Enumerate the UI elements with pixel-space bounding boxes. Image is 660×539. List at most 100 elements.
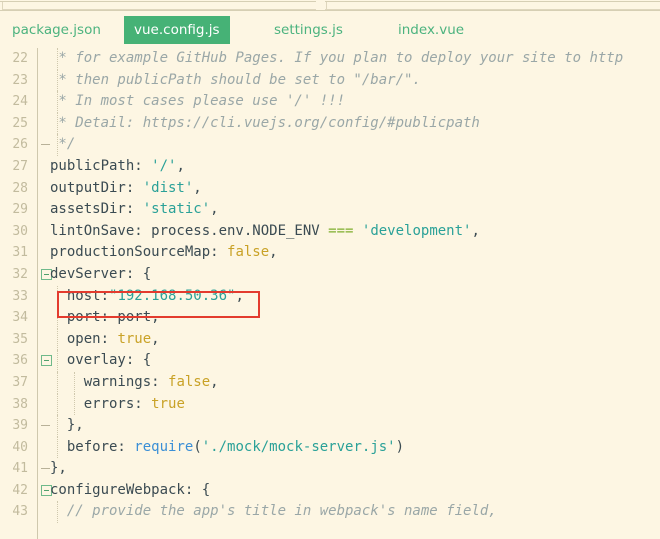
tab-label: settings.js: [274, 22, 343, 38]
code-surface[interactable]: 22 * for example GitHub Pages. If you pl…: [0, 48, 660, 539]
code-text: devServer: {: [50, 264, 151, 286]
code-editor-window: package.json vue.config.js settings.js i…: [0, 0, 660, 539]
code-token: configureWebpack: {: [50, 481, 211, 498]
code-line[interactable]: 37 warnings: false,: [0, 371, 660, 394]
code-token: 'development': [361, 222, 472, 239]
line-number: 27: [12, 158, 28, 174]
code-token: * then publicPath should be set to "/bar…: [50, 71, 421, 88]
code-token: ,: [471, 222, 480, 239]
line-number: 23: [12, 72, 28, 88]
code-token: ,: [176, 157, 185, 174]
code-line[interactable]: 29 assetsDir: 'static',: [0, 199, 660, 221]
tab-package-json[interactable]: package.json: [2, 16, 111, 44]
line-number: 33: [12, 288, 28, 304]
code-token: productionSourceMap:: [50, 244, 228, 261]
line-number: 31: [12, 245, 28, 261]
code-line[interactable]: 32 devServer: {: [0, 264, 660, 286]
code-line[interactable]: 35 open: true,: [0, 328, 660, 351]
code-token: ,: [210, 373, 219, 390]
code-text: * Detail: https://cli.vuejs.org/config/#…: [50, 113, 480, 135]
toolbar-segment-right: [326, 2, 660, 10]
code-text: overlay: {: [50, 350, 151, 372]
line-number: 43: [12, 504, 28, 520]
code-text: },: [50, 458, 67, 480]
code-lines[interactable]: 22 * for example GitHub Pages. If you pl…: [0, 48, 660, 524]
code-token: * In most cases please use '/' !!!: [50, 93, 346, 110]
line-number: 28: [12, 180, 28, 196]
code-line[interactable]: 23 * then publicPath should be set to "/…: [0, 69, 660, 92]
line-number: 41: [12, 461, 28, 477]
code-token: "192.168.50.36": [109, 287, 236, 304]
code-text: productionSourceMap: false,: [50, 242, 278, 264]
code-token: '/': [151, 157, 177, 174]
code-token: 'dist': [142, 179, 194, 196]
code-line[interactable]: 22 * for example GitHub Pages. If you pl…: [0, 48, 660, 70]
code-line[interactable]: 42 configureWebpack: {: [0, 480, 660, 502]
tab-label: index.vue: [398, 22, 465, 38]
tab-label: package.json: [12, 22, 101, 38]
tab-settings-js[interactable]: settings.js: [264, 16, 353, 44]
code-token: ,: [269, 244, 278, 261]
code-token: ,: [151, 330, 160, 347]
code-token: */: [50, 136, 76, 153]
code-line[interactable]: 26 */: [0, 134, 660, 156]
code-token: errors:: [50, 395, 152, 412]
line-number: 38: [12, 396, 28, 412]
tab-vue-config-js[interactable]: vue.config.js: [124, 16, 230, 44]
toolbar-bottom-edge: [0, 0, 660, 12]
code-line[interactable]: 38 errors: true: [0, 393, 660, 416]
code-token: overlay: {: [50, 352, 152, 369]
code-token: true: [117, 330, 152, 347]
line-number: 26: [12, 137, 28, 153]
code-line[interactable]: 30 lintOnSave: process.env.NODE_ENV === '…: [0, 221, 660, 243]
code-token: * Detail: https://cli.vuejs.org/config/#…: [50, 114, 480, 131]
line-number: 36: [12, 353, 28, 369]
code-line[interactable]: 43 // provide the app's title in webpack…: [0, 501, 660, 524]
code-text: assetsDir: 'static',: [50, 199, 219, 221]
fold-end-marker: [41, 468, 50, 470]
code-text: },: [50, 415, 84, 437]
code-line[interactable]: 34 port: port,: [0, 307, 660, 329]
code-token: ===: [328, 222, 354, 239]
code-line[interactable]: 25 * Detail: https://cli.vuejs.org/confi…: [0, 112, 660, 135]
code-token: before:: [50, 438, 135, 455]
code-text: publicPath: '/',: [50, 156, 185, 178]
code-text: lintOnSave: process.env.NODE_ENV === 'de…: [50, 221, 480, 243]
tab-label: vue.config.js: [134, 22, 220, 38]
code-line[interactable]: 24 * In most cases please use '/' !!!: [0, 91, 660, 113]
code-text: port: port,: [50, 307, 160, 329]
code-text: */: [50, 134, 75, 156]
line-number: 22: [12, 51, 28, 66]
code-token: // provide the app's title in webpack's …: [50, 503, 497, 520]
tab-index-vue[interactable]: index.vue: [388, 16, 474, 44]
code-line[interactable]: 36 overlay: {: [0, 350, 660, 372]
code-token: devServer: {: [50, 265, 152, 282]
code-text: host:"192.168.50.36",: [50, 286, 244, 308]
code-text: open: true,: [50, 329, 160, 351]
line-number: 35: [12, 331, 28, 347]
code-token: warnings:: [50, 373, 169, 390]
code-line[interactable]: 31 productionSourceMap: false,: [0, 242, 660, 264]
code-line[interactable]: 39 },: [0, 415, 660, 437]
code-line[interactable]: 27 publicPath: '/',: [0, 156, 660, 178]
code-line[interactable]: 41},: [0, 458, 660, 480]
fold-end-marker: [41, 425, 50, 427]
code-token: false: [168, 373, 211, 390]
code-line[interactable]: 40 before: require('./mock/mock-server.j…: [0, 436, 660, 459]
code-line[interactable]: 28 outputDir: 'dist',: [0, 178, 660, 200]
line-number: 40: [12, 439, 28, 455]
line-number: 24: [12, 94, 28, 110]
code-line[interactable]: 33 host:"192.168.50.36",: [0, 285, 660, 308]
code-token: true: [151, 395, 185, 412]
code-token: lintOnSave: process.env.NODE_ENV: [50, 222, 329, 239]
code-token: ,: [235, 287, 244, 304]
line-number: 42: [12, 482, 28, 498]
code-token: port: port,: [50, 309, 160, 326]
line-number: 29: [12, 202, 28, 218]
code-text: * for example GitHub Pages. If you plan …: [50, 48, 623, 70]
code-token: (: [193, 438, 202, 455]
code-token: ,: [193, 179, 202, 196]
code-text: outputDir: 'dist',: [50, 178, 202, 200]
code-token: 'static': [142, 201, 211, 218]
toolbar-divider-lower: [0, 10, 660, 11]
